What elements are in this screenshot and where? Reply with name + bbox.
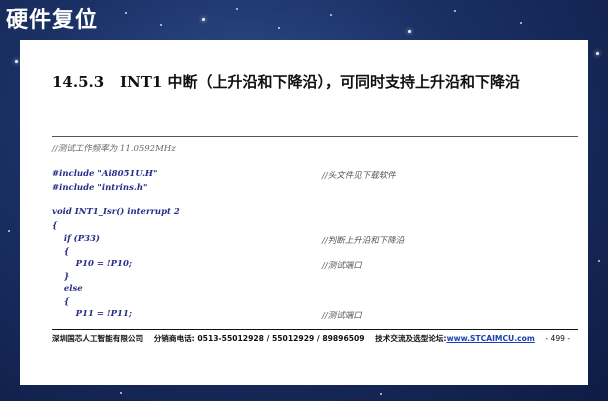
- star-decoration: [160, 24, 162, 26]
- code-line: }: [52, 272, 70, 282]
- document-page: 14.5.3 INT1 中断（上升沿和下降沿），可同时支持上升沿和下降沿 //测试…: [20, 40, 588, 385]
- star-decoration: [236, 8, 238, 10]
- star-decoration: [408, 30, 411, 33]
- code-line: #include "intrins.h": [52, 183, 148, 193]
- star-decoration: [8, 230, 10, 232]
- footer-phone-label: 分销商电话:: [153, 334, 195, 343]
- footer-company: 深圳国芯人工智能有限公司: [52, 334, 144, 343]
- section-title: INT1 中断（上升沿和下降沿），可同时支持上升沿和下降沿: [120, 73, 521, 91]
- star-decoration: [202, 18, 205, 21]
- star-decoration: [454, 10, 456, 12]
- star-decoration: [120, 392, 122, 394]
- star-decoration: [125, 12, 127, 14]
- page-footer: 深圳国芯人工智能有限公司 分销商电话: 0513-55012928 / 5501…: [52, 329, 578, 344]
- code-block: //测试工作频率为 11.0592MHz #include "Ai8051U.H…: [52, 136, 578, 329]
- section-number: 14.5.3: [52, 73, 105, 91]
- code-line: {: [52, 247, 70, 257]
- footer-phone: 0513-55012928 / 55012929 / 89896509: [197, 334, 365, 343]
- slide-title: 硬件复位: [6, 8, 99, 33]
- code-line: void INT1_Isr() interrupt 2: [52, 207, 180, 217]
- code-comment: //头文件见下载软件: [322, 171, 396, 181]
- footer-forum-label: 技术交流及选型论坛:: [375, 334, 447, 343]
- star-decoration: [278, 27, 280, 29]
- code-line: {: [52, 221, 58, 231]
- code-line: if (P33): [52, 234, 100, 244]
- star-decoration: [520, 22, 522, 24]
- code-comment: //测试端口: [322, 261, 362, 271]
- footer-url-link[interactable]: www.STCAIMCU.com: [447, 334, 535, 343]
- code-line: {: [52, 297, 70, 307]
- code-line: P10 = !P10;: [52, 259, 133, 269]
- code-line: #include "Ai8051U.H": [52, 169, 158, 179]
- code-line: else: [52, 284, 83, 294]
- code-line: P11 = !P11;: [52, 309, 133, 319]
- section-heading: 14.5.3 INT1 中断（上升沿和下降沿），可同时支持上升沿和下降沿: [52, 64, 577, 100]
- star-decoration: [330, 14, 332, 16]
- code-comment: //判断上升沿和下降沿: [322, 236, 405, 246]
- code-comment: //测试端口: [322, 311, 362, 321]
- code-comment: //测试工作频率为 11.0592MHz: [52, 144, 176, 154]
- star-decoration: [380, 393, 382, 395]
- footer-page-number: - 499 -: [545, 334, 571, 343]
- star-decoration: [596, 52, 599, 55]
- star-decoration: [15, 60, 18, 63]
- star-decoration: [598, 260, 600, 262]
